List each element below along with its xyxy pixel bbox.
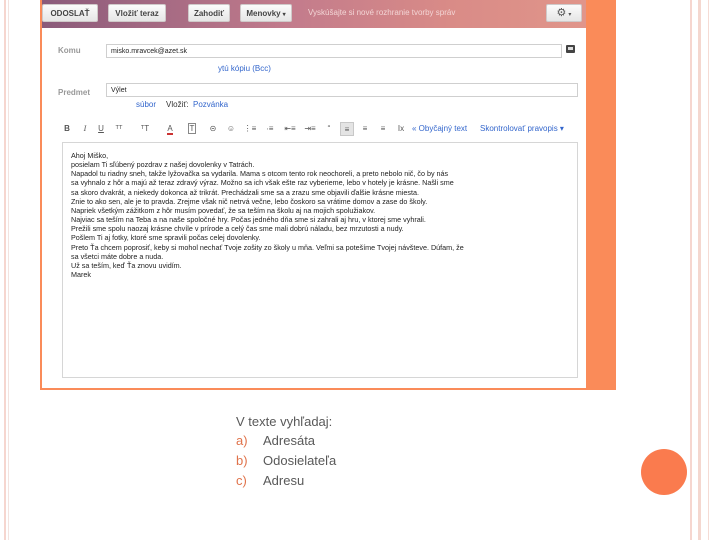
indent-less-icon: ⇤≡ — [284, 124, 296, 133]
answer-letter: b) — [236, 453, 248, 468]
font-size-button[interactable]: ᵀT — [136, 122, 154, 136]
discard-button[interactable]: Zahodiť — [188, 4, 230, 22]
answer-list: a) Adresáta b) Odosielateľa c) Adresu — [236, 431, 336, 491]
message-body-line: Prežili sme spolu naozaj krásne chvíle v… — [71, 224, 404, 234]
to-field[interactable]: misko.mravcek@azet.sk — [106, 44, 562, 58]
remove-formatting-button[interactable]: Ix — [394, 122, 408, 136]
chevron-down-icon: ▾ — [282, 12, 286, 18]
message-body-line: posielam Ti sľúbený pozdrav z našej dovo… — [71, 160, 255, 170]
message-body-line: Marek — [71, 270, 91, 280]
slide-border-left — [4, 0, 6, 540]
settings-button[interactable]: ⚙ ▾ — [546, 4, 582, 22]
emoticon-button[interactable]: ☺ — [224, 122, 238, 136]
numbered-list-icon: ⋮≡ — [243, 124, 257, 133]
answer-item: b) Odosielateľa — [236, 451, 336, 471]
remove-formatting-icon: Ix — [397, 124, 405, 133]
underline-button[interactable]: U — [96, 122, 106, 136]
bold-button[interactable]: B — [62, 122, 72, 136]
decorative-circle — [641, 449, 687, 495]
align-left-icon: ≡ — [344, 125, 350, 134]
to-label: Komu — [58, 46, 81, 55]
align-center-button[interactable]: ≡ — [358, 122, 372, 136]
gear-icon: ⚙ — [556, 7, 567, 19]
formatting-toolbar: B I U ᵀᵀ ᵀT A T ⊝ ☺ ⋮≡ ∙≡ ⇤≡ ⇥≡ “ ≡ ≡ ≡ … — [58, 122, 578, 136]
italic-button[interactable]: I — [80, 122, 90, 136]
message-body-line: Napriek všetkým zážitkom z hôr musím pov… — [71, 205, 376, 215]
highlight-button[interactable]: T — [184, 122, 200, 136]
message-body-editor[interactable]: Ahoj Miško, posielam Ti sľúbený pozdrav z… — [62, 142, 578, 378]
subject-label: Predmet — [58, 88, 91, 97]
message-body-line: Napadol tu riadny sneh, takže lyžovačka … — [71, 169, 449, 179]
font-size-icon: ᵀT — [140, 124, 150, 133]
email-compose-screenshot: ODOSLAŤ Vložiť teraz Zahodiť Menovky ▾ Vy… — [42, 0, 586, 388]
highlight-icon: T — [187, 123, 197, 134]
insert-label: Vložiť: — [166, 100, 189, 109]
slide-border-left-inner — [8, 0, 9, 540]
compose-toolbar: ODOSLAŤ Vložiť teraz Zahodiť Menovky ▾ Vy… — [42, 0, 586, 28]
add-bcc-link[interactable]: ytú kópiu (Bcc) — [218, 64, 271, 73]
spellcheck-link[interactable]: Skontrolovať pravopis ▾ — [480, 122, 564, 136]
align-left-button[interactable]: ≡ — [340, 122, 354, 136]
task-question: V texte vyhľadaj: — [236, 414, 333, 429]
align-right-button[interactable]: ≡ — [376, 122, 390, 136]
bulleted-list-button[interactable]: ∙≡ — [262, 122, 278, 136]
align-right-icon: ≡ — [380, 124, 386, 133]
font-family-button[interactable]: ᵀᵀ — [110, 122, 128, 136]
bulleted-list-icon: ∙≡ — [266, 124, 274, 133]
labels-button[interactable]: Menovky ▾ — [240, 4, 292, 22]
insert-now-button[interactable]: Vložiť teraz — [108, 4, 166, 22]
message-body-line: Pošlem Ti aj fotky, ktoré sme spravili p… — [71, 233, 261, 243]
message-body-line: sa všetci máte dobre a nuda. — [71, 251, 164, 261]
slide-border-right — [690, 0, 692, 540]
indent-more-icon: ⇥≡ — [304, 124, 316, 133]
slide-border-right-middle — [698, 0, 701, 540]
answer-letter: a) — [236, 433, 248, 448]
message-body-line: Najviac sa teším na Teba a na naše spolo… — [71, 215, 426, 225]
message-body-line: Preto Ťa chcem poprosiť, keby si mohol n… — [71, 242, 464, 252]
answer-text: Adresu — [263, 473, 305, 488]
labels-button-label: Menovky — [246, 9, 281, 18]
link-button[interactable]: ⊝ — [206, 122, 220, 136]
attach-file-link[interactable]: súbor — [136, 100, 156, 109]
message-body-line: Znie to ako sen, ale je to pravda. Zrejm… — [71, 196, 428, 206]
message-body-text: Ahoj Miško, posielam Ti sľúbený pozdrav z… — [71, 151, 565, 279]
answer-letter: c) — [236, 473, 247, 488]
quote-button[interactable]: “ — [322, 122, 336, 136]
indent-less-button[interactable]: ⇤≡ — [282, 122, 298, 136]
plain-text-link[interactable]: « Obyčajný text — [412, 122, 467, 136]
text-color-button[interactable]: A — [162, 122, 178, 136]
align-center-icon: ≡ — [362, 124, 368, 133]
smiley-icon: ☺ — [226, 124, 236, 133]
font-family-icon: ᵀᵀ — [115, 124, 123, 133]
indent-more-button[interactable]: ⇥≡ — [302, 122, 318, 136]
answer-text: Odosielateľa — [263, 453, 337, 468]
answer-item: c) Adresu — [236, 471, 336, 491]
message-body-line: Už sa teším, keď Ťa znovu uvidím. — [71, 260, 182, 270]
message-body-line: Ahoj Miško, — [71, 151, 109, 160]
message-body-line: sa vyhnalo z hôr a majú až teraz zdravý … — [71, 178, 454, 188]
slide-border-right-outer — [708, 0, 709, 540]
send-button[interactable]: ODOSLAŤ — [42, 4, 98, 22]
chevron-down-icon: ▾ — [568, 12, 572, 18]
subject-field[interactable]: Výlet — [106, 83, 578, 97]
link-icon: ⊝ — [209, 124, 217, 133]
invitation-link[interactable]: Pozvánka — [193, 100, 228, 109]
quote-icon: “ — [327, 124, 331, 133]
contacts-icon[interactable] — [566, 45, 575, 53]
numbered-list-button[interactable]: ⋮≡ — [242, 122, 258, 136]
new-compose-notice[interactable]: Vyskúšajte si nové rozhranie tvorby sprá… — [308, 8, 455, 17]
answer-text: Adresáta — [263, 433, 316, 448]
answer-item: a) Adresáta — [236, 431, 336, 451]
message-body-line: sa skoro dvakrát, a niekedy dokonca až t… — [71, 187, 419, 197]
text-color-icon: A — [167, 124, 173, 135]
